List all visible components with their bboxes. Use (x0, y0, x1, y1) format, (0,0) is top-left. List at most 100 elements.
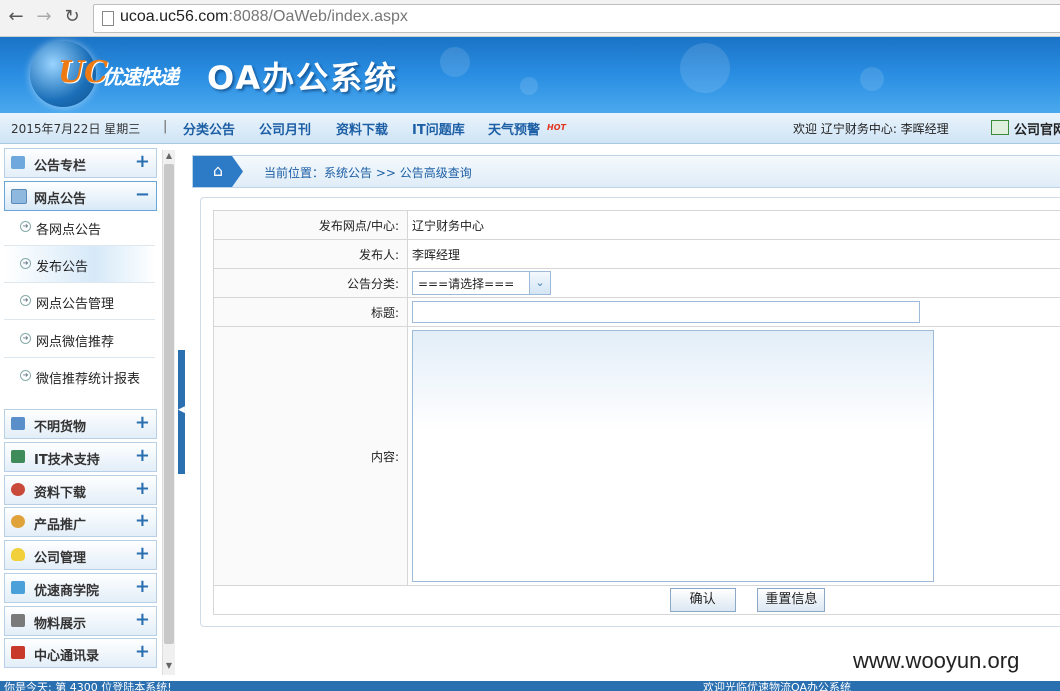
hot-badge: HOT (547, 123, 566, 132)
sidebar-scrollbar[interactable]: ▲ ▼ (162, 150, 175, 675)
home-button[interactable]: ⌂ (193, 156, 243, 187)
address-book-icon (11, 646, 25, 659)
logo-uc: UC (58, 55, 109, 90)
arrow-circle-icon: ➜ (20, 295, 31, 306)
publish-notice-form: 发布网点/中心: 辽宁财务中心 发布人: 李晖经理 公告分类: ===请选择==… (213, 210, 1060, 615)
system-title: OA办公系统 (207, 59, 399, 97)
home-icon: ⌂ (212, 161, 224, 180)
expand-icon[interactable]: + (135, 445, 150, 467)
content-textarea[interactable] (412, 330, 934, 582)
menu-label: 公司管理 (34, 551, 87, 566)
nav-monthly[interactable]: 公司月刊 (259, 119, 311, 138)
expand-icon[interactable]: + (135, 609, 150, 631)
forward-icon[interactable]: → (34, 7, 54, 27)
lightbulb-icon (11, 548, 25, 561)
page-icon (102, 11, 114, 26)
logo-brand: 优速快递 (102, 65, 179, 89)
expand-icon[interactable]: + (135, 412, 150, 434)
menu-label: 资料下载 (34, 486, 87, 501)
welcome-footer: 欢迎光临优速物流OA办公系统 (703, 681, 851, 691)
arrow-circle-icon: ➜ (20, 333, 31, 344)
sidebar-item-all-site-notices[interactable]: ➜ 各网点公告 (4, 209, 155, 246)
menu-label: 产品推广 (34, 518, 87, 533)
menu-site-notice[interactable]: 网点公告 − (4, 181, 157, 211)
download-icon (11, 483, 25, 496)
edit-icon (11, 417, 25, 430)
announcement-icon (11, 156, 25, 169)
nav-downloads[interactable]: 资料下载 (336, 119, 388, 138)
expand-icon[interactable]: + (135, 576, 150, 598)
title-label: 标题: (213, 297, 408, 327)
sidebar-item-label: 网点微信推荐 (36, 335, 115, 350)
reset-button[interactable]: 重置信息 (757, 588, 826, 612)
category-label: 公告分类: (213, 268, 408, 298)
category-select[interactable]: ===请选择=== ⌄ (412, 271, 551, 295)
scroll-up-icon[interactable]: ▲ (163, 150, 175, 162)
sidebar-item-wechat-report[interactable]: ➜ 微信推荐统计报表 (4, 358, 155, 394)
image-icon (11, 450, 25, 463)
menu-downloads[interactable]: 资料下载 + (4, 475, 157, 505)
browser-toolbar: ← → ↻ ucoa.uc56.com:8088/OaWeb/index.asp… (0, 0, 1060, 37)
expand-icon[interactable]: + (135, 543, 150, 565)
publisher-value: 李晖经理 (407, 239, 1060, 269)
expand-icon[interactable]: + (135, 151, 150, 173)
publisher-label: 发布人: (213, 239, 408, 269)
arrow-circle-icon: ➜ (20, 370, 31, 381)
expand-icon[interactable]: + (135, 510, 150, 532)
nav-weather-alert[interactable]: 天气预警 (488, 119, 540, 138)
nav-category-notice[interactable]: 分类公告 (183, 119, 235, 138)
collapse-icon[interactable]: − (135, 184, 150, 206)
arrow-circle-icon: ➜ (20, 221, 31, 232)
title-input[interactable] (412, 301, 920, 323)
reload-icon[interactable]: ↻ (62, 7, 82, 27)
sidebar-item-wechat-recommend[interactable]: ➜ 网点微信推荐 (4, 321, 155, 358)
site-value: 辽宁财务中心 (407, 210, 1060, 240)
menu-label: 网点公告 (34, 192, 87, 207)
address-bar[interactable]: ucoa.uc56.com:8088/OaWeb/index.aspx (93, 4, 1060, 33)
sidebar-item-label: 网点公告管理 (36, 297, 115, 312)
menu-label: 中心通讯录 (34, 649, 100, 664)
nav-it-faq[interactable]: IT问题库 (412, 119, 465, 138)
welcome-text: 欢迎 辽宁财务中心: 李晖经理 (793, 122, 949, 136)
scroll-down-icon[interactable]: ▼ (163, 660, 175, 672)
status-bar: 你是今天: 第 4300 位登陆本系统! 欢迎光临优速物流OA办公系统 (0, 681, 1060, 691)
collapse-left-icon: ◀ (178, 405, 185, 415)
category-selected-value: ===请选择=== (418, 277, 515, 291)
sidebar-item-notice-management[interactable]: ➜ 网点公告管理 (4, 283, 155, 320)
top-nav-bar: 2015年7月22日 星期三 | 分类公告 公司月刊 资料下载 IT问题库 天气… (0, 113, 1060, 144)
current-date: 2015年7月22日 星期三 (11, 122, 141, 136)
visitor-count: 你是今天: 第 4300 位登陆本系统! (4, 681, 172, 691)
company-site-link[interactable]: 公司官网 (1014, 119, 1060, 138)
menu-announcement-column[interactable]: 公告专栏 + (4, 148, 157, 178)
menu-it-support[interactable]: IT技术支持 + (4, 442, 157, 472)
sidebar-collapse-handle[interactable]: ◀ (178, 350, 185, 474)
menu-label: 公告专栏 (34, 159, 87, 174)
graduation-cap-icon (11, 581, 25, 594)
content-label: 内容: (213, 326, 408, 586)
menu-product-promotion[interactable]: 产品推广 + (4, 507, 157, 537)
menu-center-directory[interactable]: 中心通讯录 + (4, 638, 157, 668)
watermark: www.wooyun.org (853, 648, 1020, 673)
menu-label: IT技术支持 (34, 453, 100, 468)
notice-board-icon (11, 189, 27, 204)
menu-label: 不明货物 (34, 420, 87, 435)
arrow-circle-icon: ➜ (20, 258, 31, 269)
expand-icon[interactable]: + (135, 478, 150, 500)
expand-icon[interactable]: + (135, 641, 150, 663)
menu-materials-display[interactable]: 物料展示 + (4, 606, 157, 636)
confirm-button[interactable]: 确认 (669, 588, 736, 612)
menu-unknown-goods[interactable]: 不明货物 + (4, 409, 157, 439)
chart-pie-icon (11, 515, 25, 528)
back-icon[interactable]: ← (6, 7, 26, 27)
menu-business-school[interactable]: 优速商学院 + (4, 573, 157, 603)
book-icon (11, 614, 25, 627)
scroll-thumb[interactable] (164, 164, 174, 644)
sidebar-item-publish-notice[interactable]: ➜ 发布公告 (4, 246, 155, 283)
breadcrumb: ⌂ 当前位置：系统公告 >> 公告高级查询 (192, 155, 1060, 188)
chevron-down-icon[interactable]: ⌄ (529, 272, 550, 294)
menu-company-management[interactable]: 公司管理 + (4, 540, 157, 570)
sidebar-item-label: 发布公告 (36, 260, 89, 275)
site-label: 发布网点/中心: (213, 210, 408, 240)
menu-label: 物料展示 (34, 617, 87, 632)
header-banner: UC 优速快递 OA办公系统 (0, 37, 1060, 113)
